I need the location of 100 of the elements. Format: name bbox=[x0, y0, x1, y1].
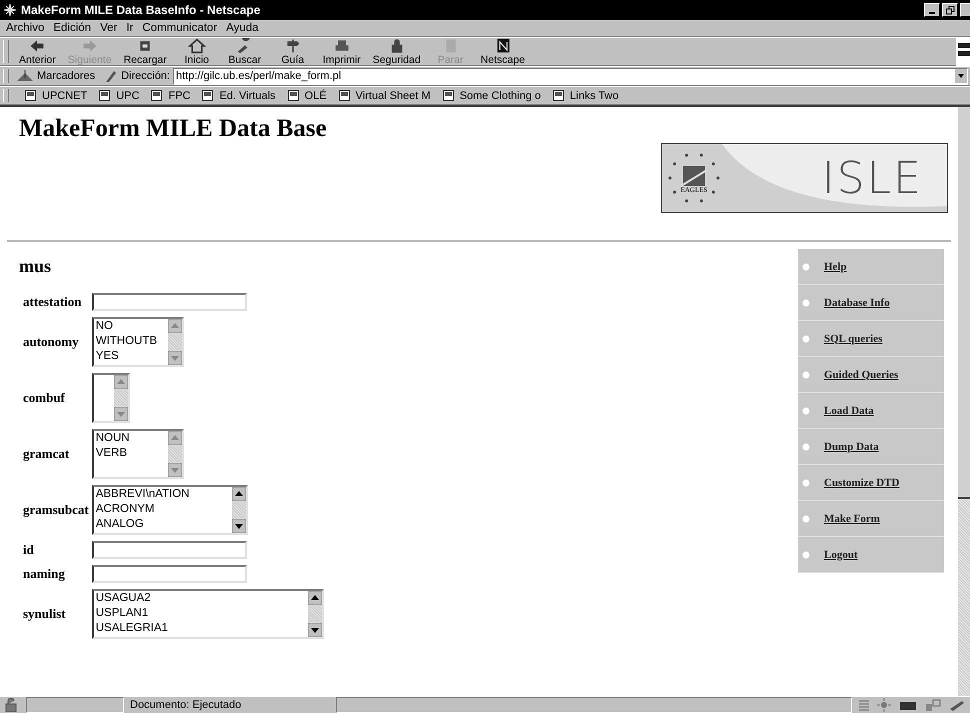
down-arrow-icon bbox=[168, 351, 182, 365]
field-label: naming bbox=[23, 566, 65, 582]
list-option[interactable]: USPLAN1 bbox=[96, 606, 308, 621]
minimize-button[interactable] bbox=[924, 3, 940, 17]
bookmark-link[interactable]: Links Two bbox=[552, 90, 619, 102]
menu-item[interactable]: Ver bbox=[100, 22, 118, 34]
scrollbar[interactable] bbox=[168, 319, 182, 365]
field-label: gramcat bbox=[23, 446, 70, 462]
nav-link[interactable]: Load Data bbox=[824, 404, 874, 416]
bookmark-link[interactable]: Virtual Sheet M bbox=[338, 90, 431, 102]
address-field[interactable]: http://gilc.ub.es/perl/make_form.pl bbox=[172, 68, 968, 84]
page-icon bbox=[288, 90, 299, 101]
list-box[interactable]: USAGUA2 USPLAN1 USALEGRIA1 bbox=[92, 589, 324, 639]
page-icon bbox=[25, 90, 36, 101]
nav-link[interactable]: Help bbox=[824, 260, 847, 272]
nav-link[interactable]: Logout bbox=[824, 548, 858, 560]
bullet-icon bbox=[802, 262, 810, 270]
restore-button[interactable] bbox=[942, 3, 958, 17]
bookmark-icon bbox=[16, 69, 34, 83]
field-label: gramsubcat bbox=[23, 502, 89, 518]
bookmark-link[interactable]: Some Clothing o bbox=[442, 90, 541, 102]
input-field[interactable] bbox=[92, 541, 247, 559]
toolbar-button[interactable]: Recargar bbox=[118, 38, 173, 66]
toolbar-button[interactable]: Imprimir bbox=[316, 38, 367, 66]
record-heading: mus bbox=[19, 256, 52, 277]
toolbar-button[interactable]: Inicio bbox=[172, 38, 221, 66]
list-box[interactable]: NOUN VERB bbox=[92, 429, 184, 479]
toolbar-button[interactable]: Buscar bbox=[220, 38, 269, 66]
status-text: Documento: Ejecutado bbox=[130, 699, 242, 711]
up-arrow-icon bbox=[114, 375, 128, 389]
home-icon bbox=[184, 38, 209, 54]
restore-icon bbox=[946, 6, 954, 14]
list-option[interactable]: ACRONYM bbox=[96, 502, 232, 517]
toolbar-button[interactable]: Guía bbox=[268, 38, 317, 66]
bookmark-link[interactable]: OLÉ bbox=[288, 90, 327, 102]
list-option[interactable]: YES bbox=[96, 349, 168, 364]
nav-link[interactable]: Customize DTD bbox=[824, 476, 900, 488]
list-icon bbox=[858, 698, 870, 712]
toolbar-button[interactable]: Netscape bbox=[474, 38, 531, 66]
list-option[interactable]: USALEGRIA1 bbox=[96, 621, 308, 636]
down-arrow-icon bbox=[308, 623, 322, 637]
scrollbar[interactable] bbox=[308, 591, 322, 637]
menu-item[interactable]: Archivo bbox=[6, 22, 44, 34]
list-option[interactable]: NOUN bbox=[96, 431, 168, 446]
list-option[interactable]: ANALOG bbox=[96, 517, 232, 532]
up-arrow-icon bbox=[168, 319, 182, 333]
page-icon bbox=[151, 90, 162, 101]
scrollbar[interactable] bbox=[232, 487, 246, 533]
input-field[interactable] bbox=[92, 565, 247, 583]
bookmark-link[interactable]: Ed. Virtuals bbox=[202, 90, 276, 102]
up-arrow-icon bbox=[308, 591, 322, 605]
bullet-icon bbox=[802, 334, 810, 342]
page-icon bbox=[338, 90, 350, 101]
list-option[interactable]: VERB bbox=[96, 446, 168, 461]
bullet-icon bbox=[802, 550, 810, 558]
page-icon bbox=[99, 90, 110, 101]
bookmark-link[interactable]: FPC bbox=[151, 90, 190, 102]
nav-link[interactable]: Make Form bbox=[824, 512, 880, 524]
nav-link[interactable]: Guided Queries bbox=[824, 368, 898, 380]
up-arrow-icon bbox=[168, 431, 182, 445]
bookmark-link[interactable]: UPC bbox=[99, 90, 140, 102]
field-label: synulist bbox=[23, 606, 66, 622]
menu-item[interactable]: Edición bbox=[53, 22, 92, 34]
field-label: attestation bbox=[23, 294, 82, 310]
bullet-icon bbox=[802, 370, 810, 378]
nav-link[interactable]: Dump Data bbox=[824, 440, 879, 452]
input-field[interactable] bbox=[92, 293, 247, 311]
list-option[interactable]: ABBREVI\nATION bbox=[96, 487, 232, 502]
dropdown-icon bbox=[955, 69, 967, 83]
up-arrow-icon bbox=[232, 487, 246, 501]
list-option[interactable]: USAGUA2 bbox=[96, 591, 308, 606]
bookmarks-button[interactable]: Marcadores bbox=[37, 70, 102, 82]
list-option[interactable]: NO bbox=[96, 319, 168, 334]
scrollbar[interactable] bbox=[114, 375, 128, 421]
location-icon bbox=[104, 69, 118, 83]
menu-item[interactable]: Ir bbox=[126, 22, 134, 34]
nav-link[interactable]: Database Info bbox=[824, 296, 890, 308]
list-box[interactable] bbox=[92, 373, 130, 423]
menu-item[interactable]: Ayuda bbox=[226, 22, 259, 34]
bullet-icon bbox=[802, 478, 810, 486]
list-option[interactable]: WITHOUTB bbox=[96, 334, 168, 349]
bullet-icon bbox=[802, 442, 810, 450]
sun-icon bbox=[876, 698, 892, 712]
toolbar-button[interactable]: Seguridad bbox=[366, 38, 427, 66]
bookmark-link[interactable]: UPCNET bbox=[25, 90, 88, 102]
page-scrollbar[interactable] bbox=[958, 107, 970, 696]
menu-item[interactable]: Communicator bbox=[142, 22, 218, 34]
page-icon bbox=[552, 90, 564, 101]
page-heading: MakeForm MILE Data Base bbox=[19, 115, 327, 143]
star-icon bbox=[3, 3, 17, 17]
scrollbar[interactable] bbox=[168, 431, 182, 477]
toolbar-button[interactable]: Anterior bbox=[13, 38, 62, 66]
list-box[interactable]: ABBREVI\nATION ACRONYM ANALOG bbox=[92, 485, 248, 535]
field-label: autonomy bbox=[23, 334, 79, 350]
nav-link[interactable]: SQL queries bbox=[824, 332, 882, 344]
list-box[interactable]: NO WITHOUTB YES bbox=[92, 317, 184, 367]
people-icon bbox=[924, 698, 942, 712]
down-arrow-icon bbox=[114, 407, 128, 421]
pen-icon bbox=[948, 698, 966, 712]
field-label: combuf bbox=[23, 390, 65, 406]
